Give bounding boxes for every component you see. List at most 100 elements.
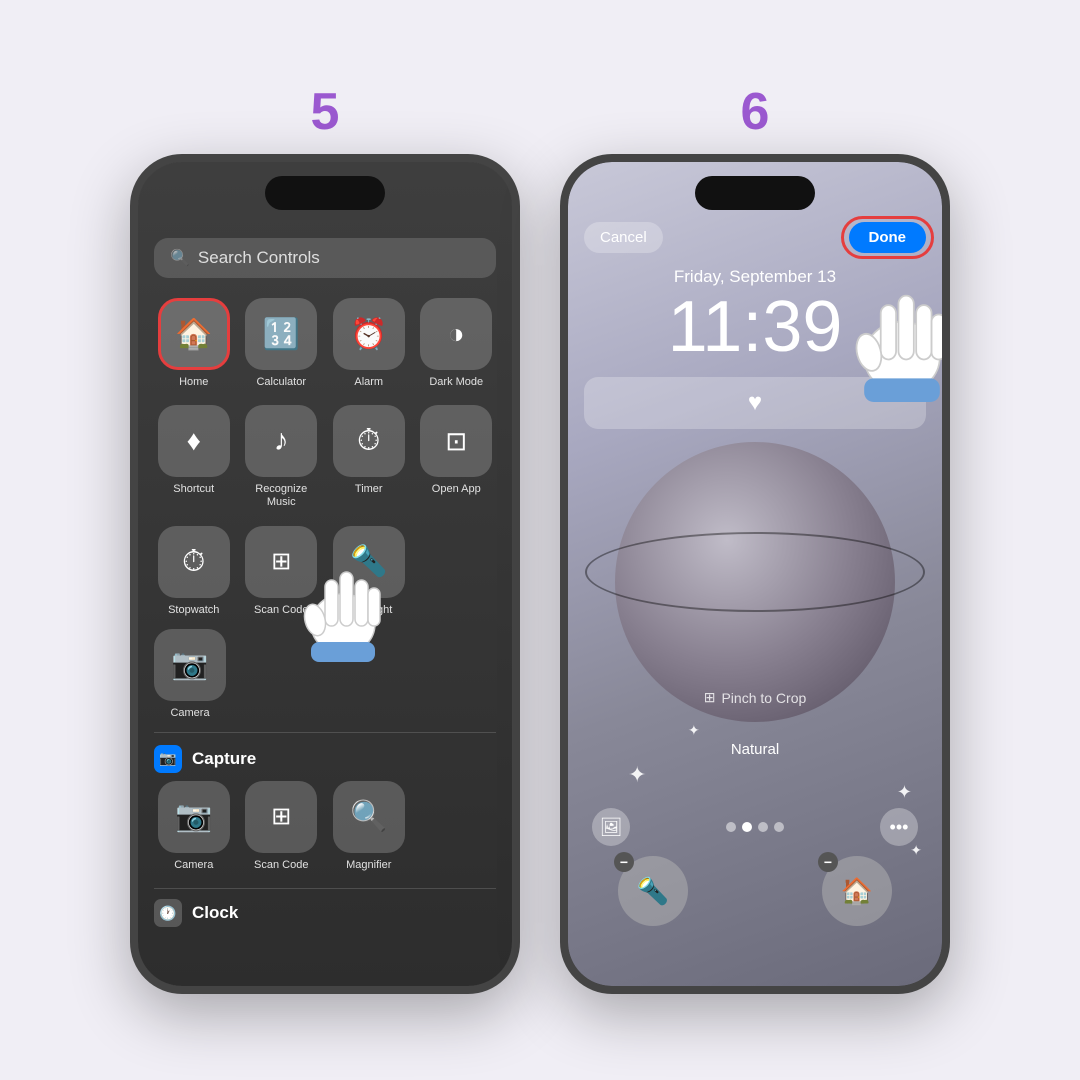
phone5-inner: 🔍 Search Controls 🏠 Home [138, 162, 512, 986]
control-recognize-music[interactable]: ♪ Recognize Music [242, 405, 322, 509]
home-icon: 🏠 [175, 317, 212, 352]
planet-ring [585, 532, 925, 612]
search-bar[interactable]: 🔍 Search Controls [154, 238, 496, 278]
capture-scan-label: Scan Code [254, 859, 308, 872]
clock-section-header: 🕐 Clock [138, 893, 512, 929]
dark-mode-label: Dark Mode [429, 376, 483, 389]
timer-icon-wrap: ⏱ [333, 405, 405, 477]
shortcut-label: Shortcut [173, 483, 214, 496]
stopwatch-label: Stopwatch [168, 604, 219, 617]
capture-section-label: Capture [192, 749, 256, 769]
flashlight-icon: 🔦 [350, 544, 387, 579]
calculator-icon: 🔢 [263, 317, 300, 352]
home-icon-wrap: 🏠 [158, 298, 230, 370]
controls-row1: 🏠 Home 🔢 Calculator [138, 290, 512, 629]
done-button[interactable]: Done [849, 222, 927, 253]
toolbar-dots [726, 822, 784, 832]
control-dark-mode[interactable]: ◑ Dark Mode [417, 298, 497, 389]
dot-3 [758, 822, 768, 832]
capture-section-icon: 📷 [154, 745, 182, 773]
capture-scan-icon-wrap: ⊞ [245, 781, 317, 853]
camera-single-icon: 📷 [171, 647, 208, 682]
widget-flashlight[interactable]: − 🔦 [618, 856, 688, 926]
crop-icon: ⊞ [704, 689, 716, 706]
open-app-icon: ⊡ [445, 426, 467, 457]
timer-label: Timer [355, 483, 383, 496]
clock-section-label: Clock [192, 903, 238, 923]
toolbar-photos-icon[interactable]: 🖼 [592, 808, 630, 846]
phone5: 🔍 Search Controls 🏠 Home [130, 154, 520, 994]
dot-1 [726, 822, 736, 832]
recognize-music-icon-wrap: ♪ [245, 405, 317, 477]
calculator-icon-wrap: 🔢 [245, 298, 317, 370]
lockscreen-date: Friday, September 13 [568, 267, 942, 287]
dynamic-island-6 [695, 176, 815, 210]
bottom-toolbar: 🖼 ••• [568, 808, 942, 846]
toolbar-more-icon[interactable]: ••• [880, 808, 918, 846]
cancel-button[interactable]: Cancel [584, 222, 663, 253]
calculator-label: Calculator [256, 376, 306, 389]
camera-single-icon-wrap: 📷 [154, 629, 226, 701]
dark-mode-icon: ◑ [448, 318, 465, 350]
scan-code-label: Scan Code [254, 604, 308, 617]
control-camera-single[interactable]: 📷 Camera [154, 629, 226, 720]
open-app-label: Open App [432, 483, 481, 496]
dark-mode-icon-wrap: ◑ [420, 298, 492, 370]
control-stopwatch[interactable]: ⏱ Stopwatch [154, 526, 234, 617]
pinch-to-crop: ⊞ Pinch to Crop [704, 689, 807, 706]
done-button-wrapper: Done [849, 222, 927, 253]
minus-badge-1: − [614, 852, 634, 872]
control-home[interactable]: 🏠 Home [154, 298, 234, 389]
widgets-row: − 🔦 − 🏠 [568, 856, 942, 926]
control-open-app[interactable]: ⊡ Open App [417, 405, 497, 509]
widget-home[interactable]: − 🏠 [822, 856, 892, 926]
step5-number: 5 [311, 86, 340, 138]
lockscreen-time: 11:39 [568, 291, 942, 363]
alarm-label: Alarm [354, 376, 383, 389]
step6-wrapper: 6 Cancel Done Friday, September 13 [560, 86, 950, 994]
recognize-music-label: Recognize Music [242, 483, 322, 509]
stopwatch-icon-wrap: ⏱ [158, 526, 230, 598]
alarm-icon-wrap: ⏰ [333, 298, 405, 370]
control-scan-code[interactable]: ⊞ Scan Code [242, 526, 322, 617]
control-calculator[interactable]: 🔢 Calculator [242, 298, 322, 389]
control-timer[interactable]: ⏱ Timer [329, 405, 409, 509]
dynamic-island-5 [265, 176, 385, 210]
dot-2 [742, 822, 752, 832]
step6-number: 6 [741, 86, 770, 138]
sparkle-2: ✦ [688, 722, 700, 739]
control-shortcut[interactable]: ♦ Shortcut [154, 405, 234, 509]
camera-single-row: 📷 Camera [138, 629, 512, 728]
capture-magnifier-icon-wrap: 🔍 [333, 781, 405, 853]
capture-scan-icon: ⊞ [271, 802, 291, 831]
flashlight-icon-wrap: 🔦 [333, 526, 405, 598]
shortcut-icon-wrap: ♦ [158, 405, 230, 477]
alarm-icon: ⏰ [350, 317, 387, 352]
capture-scan[interactable]: ⊞ Scan Code [242, 781, 322, 872]
dot-4 [774, 822, 784, 832]
capture-magnifier[interactable]: 🔍 Magnifier [329, 781, 409, 872]
capture-camera-icon-wrap: 📷 [158, 781, 230, 853]
control-flashlight[interactable]: 🔦 Flashlight [329, 526, 409, 617]
capture-magnifier-icon: 🔍 [350, 799, 387, 834]
sparkle-1: ✦ [628, 762, 646, 788]
flashlight-label: Flashlight [345, 604, 392, 617]
natural-label: Natural [731, 741, 779, 758]
sparkle-3: ✦ [897, 782, 912, 803]
capture-camera-icon: 📷 [175, 799, 212, 834]
phone6: Cancel Done Friday, September 13 11:39 ♥ [560, 154, 950, 994]
camera-single-label: Camera [170, 707, 209, 720]
home-label: Home [179, 376, 208, 389]
step5-wrapper: 5 🔍 Search Controls [130, 86, 520, 994]
capture-magnifier-label: Magnifier [346, 859, 391, 872]
timer-icon: ⏱ [357, 424, 380, 458]
pinch-to-crop-text: Pinch to Crop [721, 690, 806, 706]
capture-camera[interactable]: 📷 Camera [154, 781, 234, 872]
capture-section-header: 📷 Capture [138, 737, 512, 777]
open-app-icon-wrap: ⊡ [420, 405, 492, 477]
music-icon: ♪ [274, 424, 289, 458]
control-alarm[interactable]: ⏰ Alarm [329, 298, 409, 389]
minus-badge-2: − [818, 852, 838, 872]
stopwatch-icon: ⏱ [182, 545, 205, 579]
search-icon: 🔍 [170, 248, 190, 268]
